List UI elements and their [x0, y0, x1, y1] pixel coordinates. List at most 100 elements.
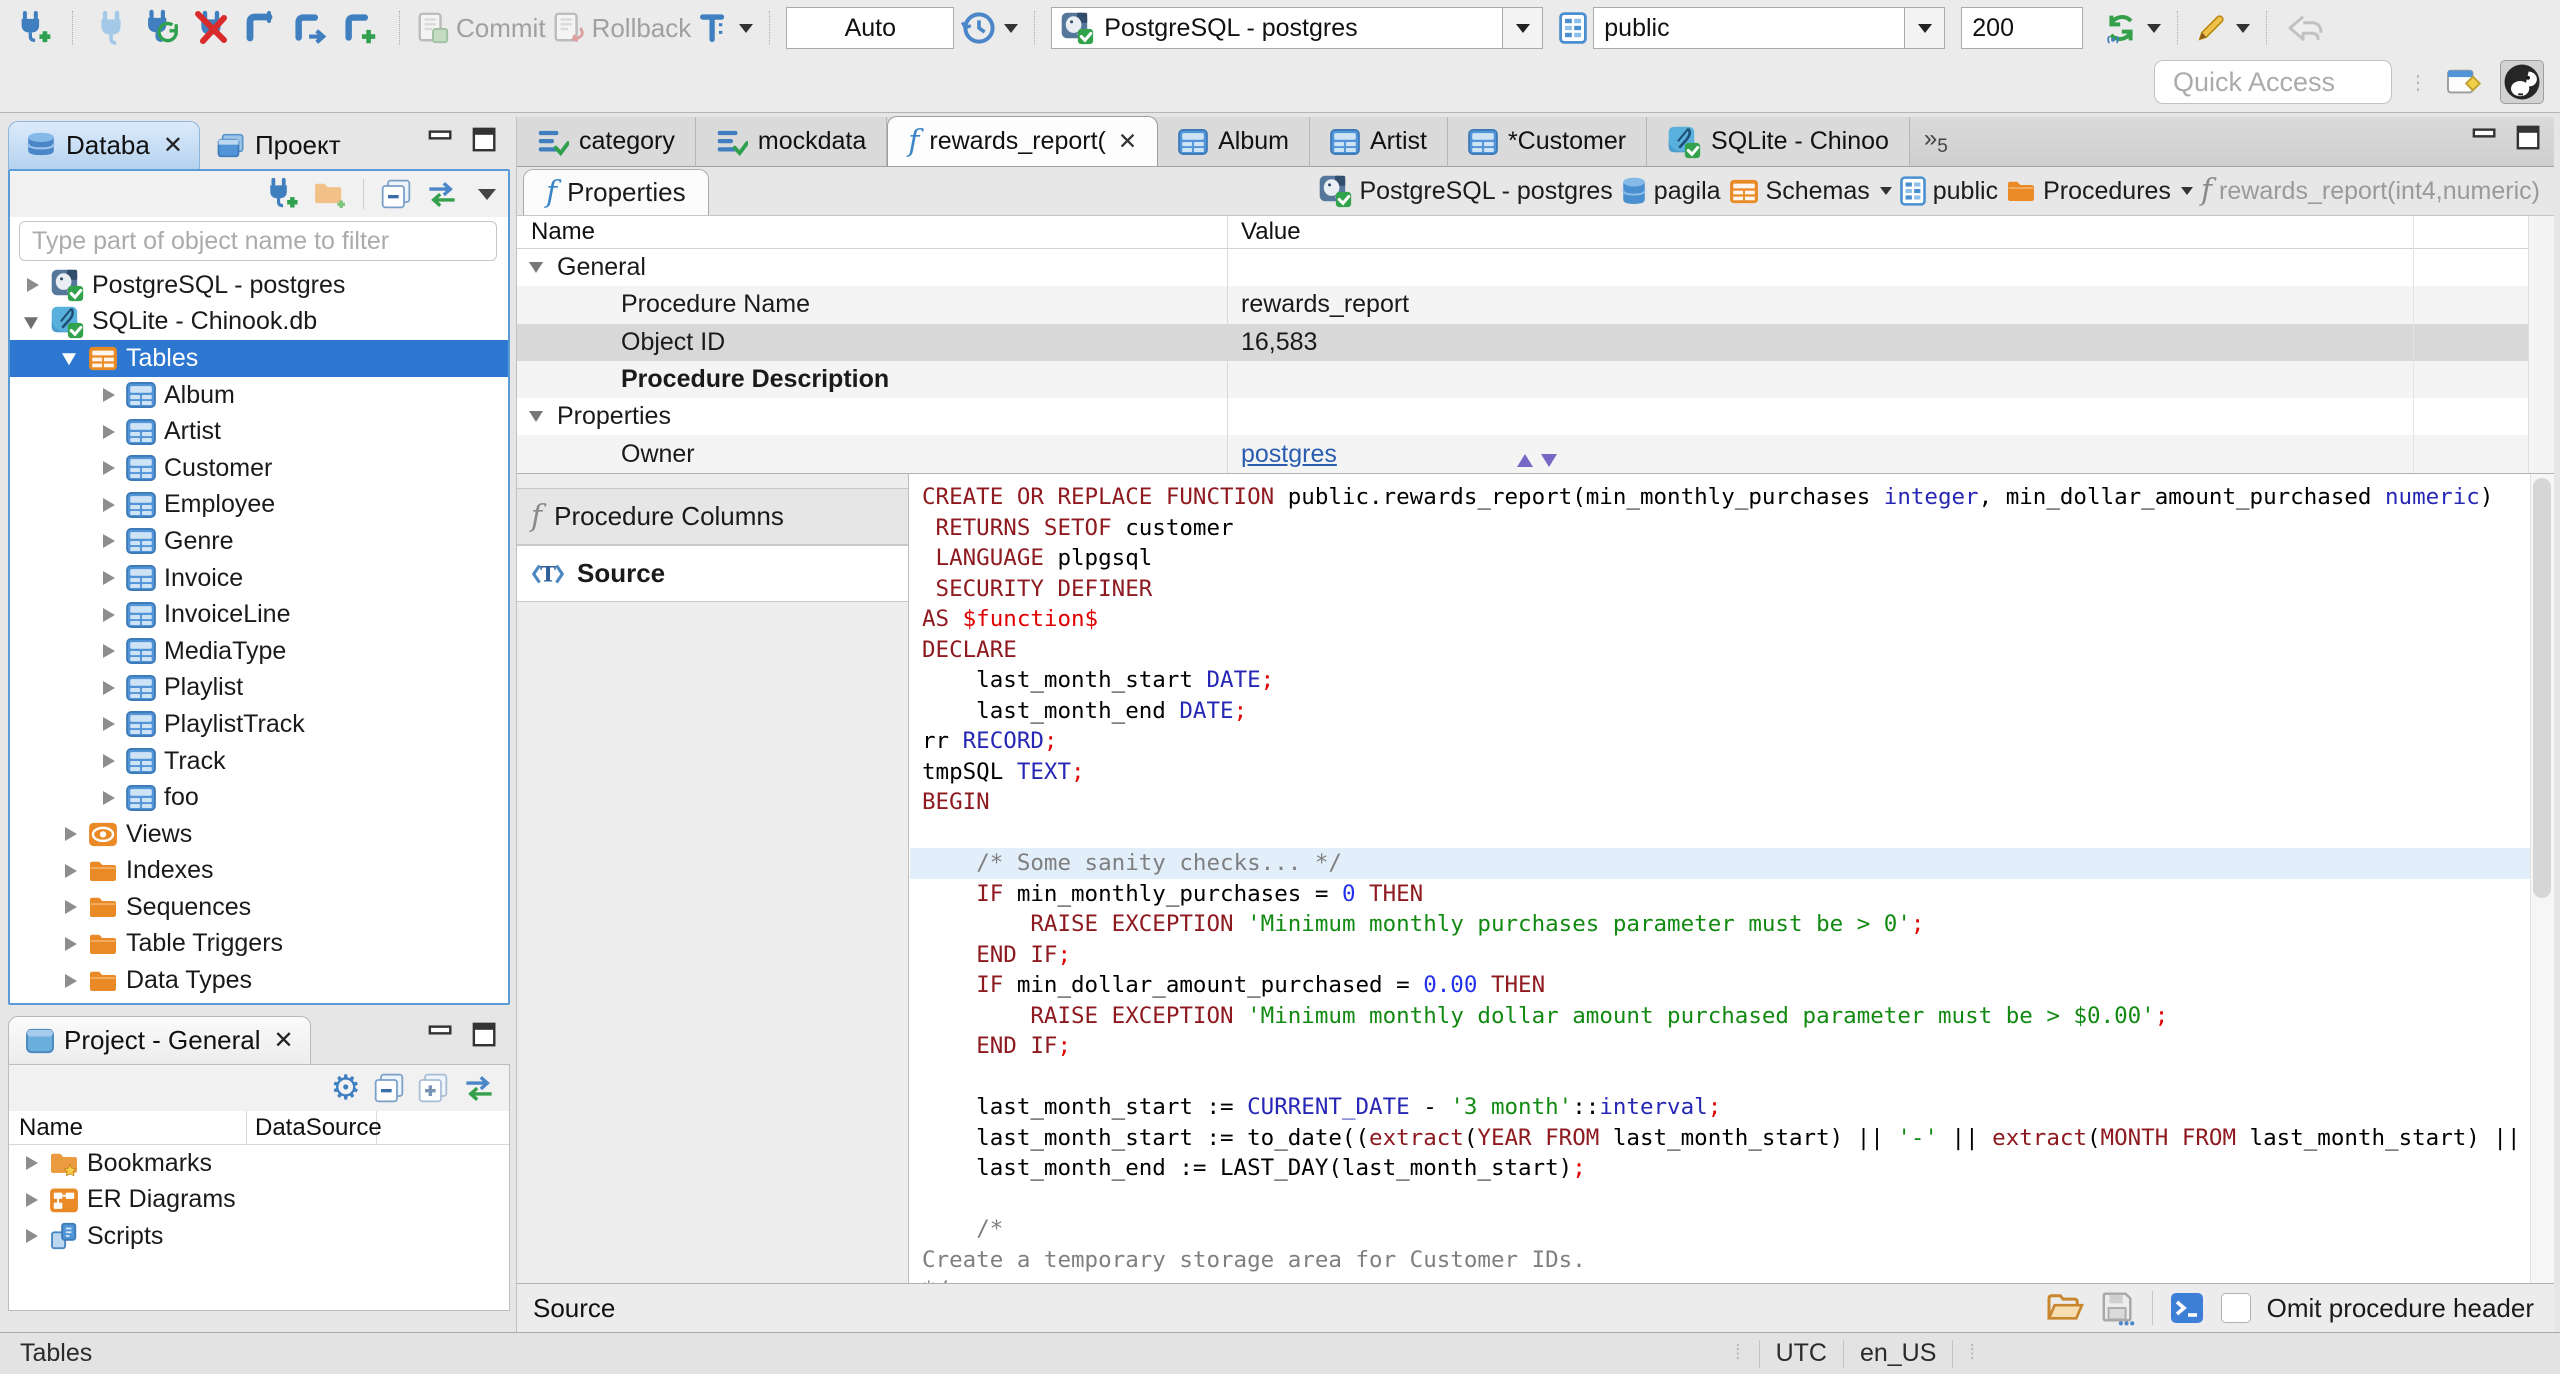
expand-all-icon[interactable] [417, 1072, 449, 1104]
tree-item-invoiceline[interactable]: InvoiceLine [10, 596, 508, 633]
dropdown-arrow-icon[interactable] [1879, 187, 1892, 195]
open-file-icon[interactable] [2046, 1292, 2084, 1324]
column-header-name[interactable]: Name [9, 1111, 247, 1144]
view-menu-icon[interactable] [478, 188, 496, 200]
tree-item-playlisttrack[interactable]: PlaylistTrack [10, 706, 508, 743]
tree-item-views[interactable]: Views [10, 816, 508, 853]
refresh-button[interactable] [2103, 5, 2162, 51]
fetch-size-input[interactable]: 200 [1961, 7, 2084, 49]
code-scrollbar-thumb[interactable] [2533, 478, 2551, 898]
link-with-editor-icon[interactable] [424, 180, 460, 209]
tree-item-mediatype[interactable]: MediaType [10, 633, 508, 670]
connection-dropdown-button[interactable] [1502, 8, 1543, 48]
dropdown-arrow-icon[interactable] [2180, 187, 2193, 195]
section-tab-source[interactable]: T Source [517, 545, 908, 602]
expand-arrow-icon[interactable] [17, 1182, 49, 1219]
close-icon[interactable]: ✕ [274, 1026, 294, 1055]
omit-procedure-header-checkbox[interactable] [2220, 1293, 2251, 1323]
collapse-all-icon[interactable] [373, 1072, 405, 1104]
new-connection-icon[interactable] [263, 177, 301, 212]
grid-column-value[interactable]: Value [1227, 218, 2554, 246]
active-schema-combo[interactable]: public [1593, 7, 1946, 49]
splitter-up-icon[interactable] [1517, 454, 1533, 467]
grid-column-name[interactable]: Name [517, 218, 1227, 246]
column-header-datasource[interactable]: DataSource [247, 1111, 382, 1144]
rollback-button[interactable]: Rollback [552, 5, 691, 51]
grid-row-object-id[interactable]: Object ID 16,583 [517, 323, 2554, 361]
expand-arrow-icon[interactable] [94, 596, 126, 633]
editor-tab-artist[interactable]: Artist [1310, 117, 1448, 166]
tree-item-indexes[interactable]: Indexes [10, 853, 508, 890]
breadcrumb-item-public[interactable]: public [1899, 176, 1998, 206]
collapse-arrow-icon[interactable] [529, 411, 543, 423]
expand-arrow-icon[interactable] [56, 962, 88, 999]
breadcrumb-item-pagila[interactable]: pagila [1621, 176, 1721, 206]
tree-item-playlist[interactable]: Playlist [10, 670, 508, 707]
reconnect-button[interactable] [139, 5, 183, 51]
back-button[interactable] [2283, 5, 2327, 51]
editor-tab-sqlite-chinoo[interactable]: SQLite - Chinoo [1647, 117, 1910, 166]
grid-column-divider[interactable] [1227, 216, 1228, 473]
collapse-all-icon[interactable] [380, 178, 412, 210]
connect-button[interactable] [89, 5, 133, 51]
breadcrumb-item-procedures[interactable]: Procedures [2006, 177, 2193, 206]
editor-tab-rewards-report[interactable]: f rewards_report(✕ [887, 116, 1159, 166]
breadcrumb-item-schemas[interactable]: Schemas [1729, 177, 1892, 206]
commit-button[interactable]: Commit [416, 5, 546, 51]
tree-item-sqlite-chinook-db[interactable]: SQLite - Chinook.db [10, 304, 508, 341]
expand-arrow-icon[interactable] [94, 377, 126, 414]
expand-arrow-icon[interactable] [56, 816, 88, 853]
new-connection-button[interactable] [12, 5, 56, 51]
save-to-file-icon[interactable] [2100, 1290, 2136, 1326]
splitter-collapse-buttons[interactable] [1517, 454, 1557, 467]
maximize-icon[interactable] [470, 1022, 500, 1048]
splitter-down-icon[interactable] [1541, 454, 1557, 467]
grid-row-procedure-name[interactable]: Procedure Name rewards_report [517, 286, 2554, 324]
dbeaver-perspective-icon[interactable] [2500, 60, 2544, 104]
maximize-icon[interactable] [470, 127, 500, 153]
editor-tab-customer[interactable]: *Customer [1447, 117, 1648, 166]
expand-arrow-icon[interactable] [94, 523, 126, 560]
expand-arrow-icon[interactable] [56, 889, 88, 926]
active-connection-combo[interactable]: PostgreSQL - postgres [1051, 7, 1544, 49]
tab-overflow-indicator[interactable]: »5 [1910, 125, 1962, 158]
tree-item-genre[interactable]: Genre [10, 523, 508, 560]
schema-dropdown-button[interactable] [1904, 8, 1945, 48]
tree-item-invoice[interactable]: Invoice [10, 560, 508, 597]
tree-item-postgresql-postgres[interactable]: PostgreSQL - postgres [10, 267, 508, 304]
tree-item-employee[interactable]: Employee [10, 487, 508, 524]
project-item-scripts[interactable]: Scripts [9, 1218, 509, 1255]
data-transfer-button[interactable] [2194, 5, 2251, 51]
sql-editor-new-button[interactable] [289, 5, 333, 51]
expand-arrow-icon[interactable] [94, 670, 126, 707]
editor-tab-mockdata[interactable]: mockdata [695, 117, 888, 166]
editor-tab-album[interactable]: Album [1158, 117, 1310, 166]
tree-item-album[interactable]: Album [10, 377, 508, 414]
expand-arrow-icon[interactable] [17, 1145, 49, 1182]
sql-editor-button[interactable] [239, 5, 283, 51]
grid-row-general[interactable]: General [517, 249, 2554, 286]
expand-arrow-icon[interactable] [56, 926, 88, 963]
section-tab-procedure-columns[interactable]: f Procedure Columns [517, 488, 908, 545]
expand-arrow-icon[interactable] [17, 1218, 49, 1255]
tree-item-table-triggers[interactable]: Table Triggers [10, 926, 508, 963]
tree-item-tables[interactable]: Tables [10, 340, 508, 377]
open-perspective-icon[interactable] [2446, 65, 2484, 99]
expand-arrow-icon[interactable] [94, 633, 126, 670]
sql-editor-recent-button[interactable] [339, 5, 383, 51]
breadcrumb-item-postgresql-postgres[interactable]: PostgreSQL - postgres [1318, 174, 1613, 208]
transaction-history-button[interactable] [960, 5, 1019, 51]
collapse-arrow-icon[interactable] [18, 304, 50, 341]
commit-mode-combo[interactable]: Auto [786, 7, 955, 49]
minimize-icon[interactable] [426, 127, 456, 153]
tab-database-navigator[interactable]: Databa ✕ [8, 121, 200, 169]
expand-arrow-icon[interactable] [94, 487, 126, 524]
grid-column-divider[interactable] [2413, 216, 2414, 473]
open-console-icon[interactable] [2169, 1290, 2205, 1326]
grid-row-procedure-description[interactable]: Procedure Description [517, 360, 2554, 399]
tab-properties[interactable]: f Properties [523, 169, 709, 215]
tree-item-data-types[interactable]: Data Types [10, 962, 508, 999]
collapse-arrow-icon[interactable] [529, 262, 543, 274]
transaction-mode-button[interactable] [697, 5, 754, 51]
maximize-icon[interactable] [2514, 125, 2544, 151]
